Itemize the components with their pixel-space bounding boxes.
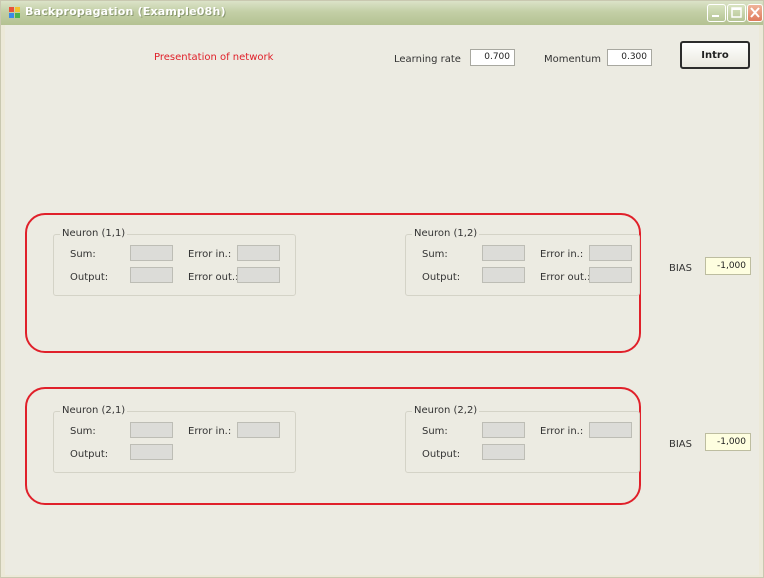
neuron-1-2-group: Neuron (1,2) Sum: Error in.: Output: Err…	[405, 228, 640, 296]
sum-field	[130, 422, 173, 438]
output-label: Output:	[422, 272, 461, 283]
error-in-label: Error in.:	[188, 249, 232, 260]
sum-field	[482, 245, 525, 261]
learning-rate-label: Learning rate	[394, 54, 461, 65]
error-out-field	[589, 267, 632, 283]
output-label: Output:	[70, 449, 109, 460]
sum-field	[482, 422, 525, 438]
sum-label: Sum:	[422, 249, 448, 260]
error-in-label: Error in.:	[188, 426, 232, 437]
bias-field[interactable]: -1,000	[705, 433, 751, 451]
error-out-label: Error out.:	[540, 272, 591, 283]
neuron-title: Neuron (2,1)	[60, 405, 128, 416]
bias-field[interactable]: -1,000	[705, 257, 751, 275]
maximize-icon	[731, 7, 742, 18]
sum-label: Sum:	[422, 426, 448, 437]
learning-rate-field[interactable]: 0.700	[470, 49, 515, 66]
error-in-label: Error in.:	[540, 426, 584, 437]
neuron-2-1-group: Neuron (2,1) Sum: Error in.: Output:	[53, 405, 296, 473]
sum-label: Sum:	[70, 249, 96, 260]
client-area: Presentation of network Learning rate 0.…	[5, 25, 759, 575]
presentation-title: Presentation of network	[154, 52, 274, 63]
minimize-icon	[712, 15, 719, 17]
output-label: Output:	[70, 272, 109, 283]
app-icon	[9, 7, 20, 18]
output-field	[482, 267, 525, 283]
momentum-field[interactable]: 0.300	[607, 49, 652, 66]
error-in-field	[237, 422, 280, 438]
sum-label: Sum:	[70, 426, 96, 437]
error-out-field	[237, 267, 280, 283]
error-in-label: Error in.:	[540, 249, 584, 260]
output-label: Output:	[422, 449, 461, 460]
momentum-label: Momentum	[544, 54, 601, 65]
close-button[interactable]	[747, 4, 763, 22]
error-in-field	[237, 245, 280, 261]
neuron-title: Neuron (1,2)	[412, 228, 480, 239]
title-bar[interactable]: Backpropagation (Example08h)	[1, 1, 763, 25]
error-in-field	[589, 422, 632, 438]
neuron-1-1-group: Neuron (1,1) Sum: Error in.: Output: Err…	[53, 228, 296, 296]
maximize-button[interactable]	[727, 4, 746, 22]
window-title: Backpropagation (Example08h)	[25, 5, 226, 18]
output-field	[482, 444, 525, 460]
neuron-title: Neuron (2,2)	[412, 405, 480, 416]
close-icon	[750, 7, 760, 18]
sum-field	[130, 245, 173, 261]
error-out-label: Error out.:	[188, 272, 239, 283]
neuron-2-2-group: Neuron (2,2) Sum: Error in.: Output:	[405, 405, 640, 473]
intro-button[interactable]: Intro	[680, 41, 750, 69]
error-in-field	[589, 245, 632, 261]
minimize-button[interactable]	[707, 4, 726, 22]
app-window: Backpropagation (Example08h) Presentatio…	[0, 0, 764, 578]
output-field	[130, 444, 173, 460]
bias-label: BIAS	[669, 263, 692, 274]
bias-label: BIAS	[669, 439, 692, 450]
neuron-title: Neuron (1,1)	[60, 228, 128, 239]
output-field	[130, 267, 173, 283]
